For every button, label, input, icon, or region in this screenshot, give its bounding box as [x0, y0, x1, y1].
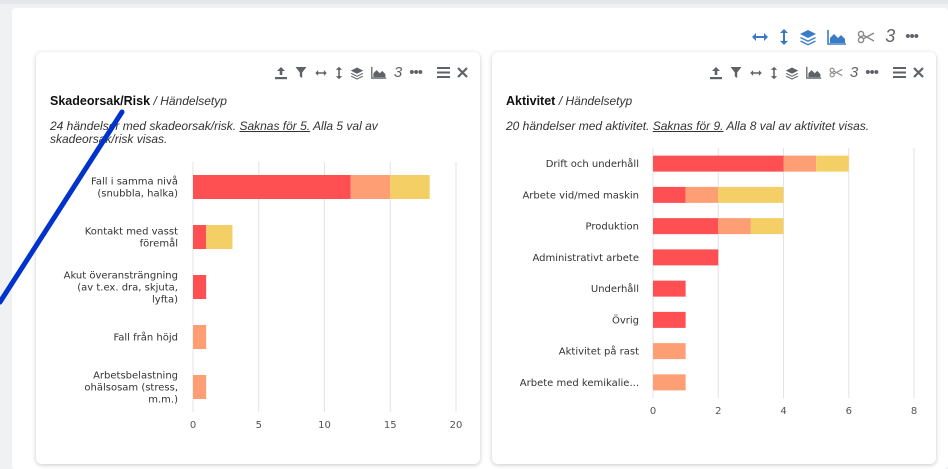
bar-segment[interactable] — [193, 375, 207, 399]
category-label: Fall i samma nivå — [91, 175, 178, 188]
layers-icon[interactable] — [799, 28, 817, 46]
category-label: Arbete vid/med maskin — [522, 190, 639, 201]
bar-segment[interactable] — [653, 249, 719, 266]
category-label: Underhåll — [591, 282, 639, 295]
category-label: Arbetsbelastning — [93, 371, 178, 382]
bar-segment[interactable] — [193, 225, 207, 249]
x-tick-label: 6 — [846, 406, 852, 417]
bar-segment[interactable] — [653, 343, 686, 360]
selection-count: 3 — [885, 26, 896, 46]
bar-segment[interactable] — [685, 186, 719, 203]
bar-segment[interactable] — [783, 155, 817, 172]
category-label: Drift och underhåll — [546, 157, 639, 170]
category-label: Administrativt arbete — [532, 253, 639, 264]
bar-segment[interactable] — [718, 218, 751, 235]
bar-segment[interactable] — [750, 218, 784, 235]
x-tick-label: 15 — [384, 420, 397, 431]
x-tick-label: 20 — [450, 420, 463, 431]
category-label: m.m.) — [148, 395, 178, 406]
category-label: (av t.ex. dra, skjuta, — [77, 283, 178, 294]
arrows-vertical-icon[interactable] — [779, 28, 789, 46]
category-label: Kontakt med vasst — [85, 227, 178, 238]
bar-chart: 0 5 10 15 20 Fall i samma nivå(snubbla, halka… — [64, 162, 463, 431]
category-label: Övrig — [612, 313, 639, 326]
bar-segment[interactable] — [816, 155, 849, 172]
bar-segment[interactable] — [653, 311, 686, 328]
bar-segment[interactable] — [718, 186, 784, 203]
x-tick-label: 4 — [780, 406, 786, 417]
bar-segment[interactable] — [193, 275, 207, 299]
top-divider — [0, 0, 948, 4]
x-tick-label: 5 — [256, 420, 262, 431]
bar-segment[interactable] — [653, 218, 719, 235]
category-label: Akut överansträngning — [64, 271, 178, 282]
bar-chart: 0 2 4 6 8 Drift och underhåll Arbete vid/med m… — [520, 148, 917, 417]
category-label: (snubbla, halka) — [97, 189, 178, 200]
bar-segment[interactable] — [653, 186, 686, 203]
category-label: Aktivitet på rast — [559, 345, 639, 358]
dashboard-toolbar: 3 ••• — [751, 26, 919, 47]
category-label: Fall från höjd — [113, 331, 178, 344]
x-tick-label: 10 — [318, 420, 331, 431]
card-skadeorsak: 3 ••• Skadeorsak/Risk / Händelsetyp 24 h… — [36, 52, 480, 464]
card-aktivitet: 3 ••• Aktivitet / Händelsetyp 20 händels… — [492, 52, 936, 464]
area-chart-icon[interactable] — [827, 29, 847, 45]
x-tick-label: 8 — [911, 406, 917, 417]
x-tick-label: 2 — [715, 406, 721, 417]
bar-segment[interactable] — [193, 175, 351, 199]
bar-segment[interactable] — [653, 374, 686, 391]
category-label: Arbete med kemikalie... — [520, 378, 639, 389]
bar-segment[interactable] — [653, 155, 784, 172]
bar-segment[interactable] — [653, 280, 686, 297]
category-label: lyfta) — [152, 295, 178, 306]
scissors-icon[interactable] — [857, 30, 875, 44]
bar-segment[interactable] — [390, 175, 430, 199]
category-label: Produktion — [586, 222, 640, 233]
x-tick-label: 0 — [190, 420, 196, 431]
arrows-horizontal-icon[interactable] — [751, 30, 769, 44]
bar-segment[interactable] — [206, 225, 233, 249]
dashboard-panel: 3 ••• 3 ••• Skadeorsak/Risk / Händelsety… — [12, 8, 948, 469]
x-tick-label: 0 — [650, 406, 656, 417]
more-icon[interactable]: ••• — [905, 28, 919, 45]
category-label: ohälsosam (stress, — [84, 383, 178, 394]
category-label: föremål — [140, 237, 178, 250]
bar-segment[interactable] — [350, 175, 391, 199]
bar-segment[interactable] — [193, 325, 207, 349]
